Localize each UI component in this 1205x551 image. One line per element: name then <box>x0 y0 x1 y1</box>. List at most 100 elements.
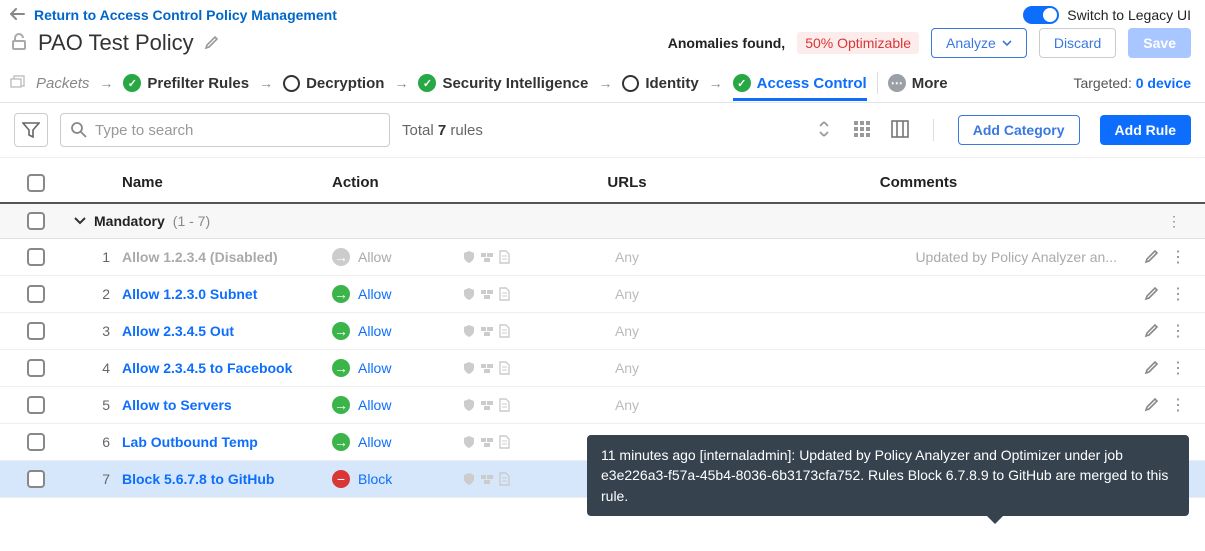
crumb-decryption[interactable]: Decryption <box>283 75 384 92</box>
edit-row-button[interactable] <box>1144 396 1160 415</box>
rule-badges <box>462 250 542 264</box>
row-menu-button[interactable]: ⋮ <box>1170 247 1186 267</box>
row-checkbox[interactable] <box>27 248 45 266</box>
table-row[interactable]: 1Allow 1.2.3.4 (Disabled)→AllowAnyUpdate… <box>0 239 1205 276</box>
crumb-access-control[interactable]: ✓Access Control <box>733 74 867 101</box>
add-category-button[interactable]: Add Category <box>958 115 1080 145</box>
chevron-down-icon <box>74 217 86 225</box>
row-menu-button[interactable]: ⋮ <box>1170 395 1186 415</box>
action-link[interactable]: Allow <box>358 249 391 265</box>
check-icon: ✓ <box>123 74 141 92</box>
row-number: 4 <box>72 360 122 376</box>
legacy-toggle[interactable] <box>1023 6 1059 24</box>
crumb-more[interactable]: ⋯More <box>888 74 948 92</box>
edit-row-button[interactable] <box>1144 322 1160 341</box>
collapse-all-button[interactable] <box>815 121 833 140</box>
row-menu-button[interactable]: ⋮ <box>1170 284 1186 304</box>
crumb-identity[interactable]: Identity <box>622 75 698 92</box>
divider <box>877 72 878 94</box>
row-number: 7 <box>72 471 122 487</box>
pencil-icon <box>204 34 220 50</box>
action-link[interactable]: Allow <box>358 286 391 302</box>
analyze-button[interactable]: Analyze <box>931 28 1027 58</box>
edit-row-button[interactable] <box>1144 285 1160 304</box>
save-button: Save <box>1128 28 1191 58</box>
check-icon: ✓ <box>418 74 436 92</box>
table-row[interactable]: 4Allow 2.3.4.5 to Facebook→AllowAny⋮ <box>0 350 1205 387</box>
urls-value: Any <box>542 397 712 413</box>
col-action: Action <box>332 174 462 192</box>
row-menu-button[interactable]: ⋮ <box>1170 358 1186 378</box>
crumb-security[interactable]: ✓Security Intelligence <box>418 74 588 92</box>
group-row-mandatory[interactable]: Mandatory (1 - 7) ⋮ <box>0 204 1205 239</box>
circle-icon <box>622 75 639 92</box>
action-link[interactable]: Allow <box>358 323 391 339</box>
table-row[interactable]: 5Allow to Servers→AllowAny⋮ <box>0 387 1205 424</box>
row-checkbox[interactable] <box>27 285 45 303</box>
table-row[interactable]: 3Allow 2.3.4.5 Out→AllowAny⋮ <box>0 313 1205 350</box>
row-menu-button[interactable]: ⋮ <box>1170 321 1186 341</box>
rule-name-link[interactable]: Block 5.6.7.8 to GitHub <box>122 471 274 487</box>
legacy-label: Switch to Legacy UI <box>1067 7 1191 23</box>
select-all-checkbox[interactable] <box>27 174 45 192</box>
row-checkbox[interactable] <box>27 470 45 488</box>
rule-name-link[interactable]: Allow 2.3.4.5 to Facebook <box>122 360 292 376</box>
return-link-text: Return to Access Control Policy Manageme… <box>34 7 337 23</box>
action-icon: → <box>332 322 350 340</box>
optimizable-badge: 50% Optimizable <box>797 32 919 54</box>
comments-value: Updated by Policy Analyzer an... <box>712 249 1125 265</box>
rule-badges <box>462 287 542 301</box>
action-link[interactable]: Allow <box>358 434 391 450</box>
row-checkbox[interactable] <box>27 359 45 377</box>
table-header: Name Action URLs Comments <box>0 158 1205 204</box>
rule-name-link[interactable]: Allow 2.3.4.5 Out <box>122 323 234 339</box>
rule-badges <box>462 435 542 449</box>
grid-icon <box>853 120 871 138</box>
device-count[interactable]: 0 device <box>1136 75 1191 91</box>
rule-badges <box>462 472 542 486</box>
action-icon: → <box>332 396 350 414</box>
action-link[interactable]: Block <box>358 471 392 487</box>
edit-row-button[interactable] <box>1144 359 1160 378</box>
discard-button[interactable]: Discard <box>1039 28 1116 58</box>
rule-badges <box>462 398 542 412</box>
targeted-info: Targeted: 0 device <box>1073 75 1191 91</box>
group-name: Mandatory <box>94 213 165 229</box>
check-icon: ✓ <box>733 74 751 92</box>
edit-row-button[interactable] <box>1144 248 1160 267</box>
edit-title-button[interactable] <box>204 34 220 53</box>
action-icon: → <box>332 433 350 451</box>
row-checkbox[interactable] <box>27 433 45 451</box>
row-number: 6 <box>72 434 122 450</box>
rule-name-link[interactable]: Allow to Servers <box>122 397 232 413</box>
crumb-packets[interactable]: Packets <box>36 75 89 92</box>
rule-name-link[interactable]: Allow 1.2.3.4 (Disabled) <box>122 249 278 265</box>
row-checkbox[interactable] <box>27 322 45 340</box>
group-checkbox[interactable] <box>27 212 45 230</box>
filter-button[interactable] <box>14 113 48 147</box>
back-arrow-icon <box>10 8 28 22</box>
rule-name-link[interactable]: Allow 1.2.3.0 Subnet <box>122 286 257 302</box>
return-link[interactable]: Return to Access Control Policy Manageme… <box>10 7 337 23</box>
group-more-button[interactable]: ⋮ <box>1167 213 1205 230</box>
columns-button[interactable] <box>891 120 909 141</box>
comment-tooltip: 11 minutes ago [internaladmin]: Updated … <box>587 435 1189 516</box>
action-icon: → <box>332 285 350 303</box>
policy-title: PAO Test Policy <box>38 30 194 56</box>
anomalies-label: Anomalies found, <box>668 35 785 51</box>
table-row[interactable]: 2Allow 1.2.3.0 Subnet→AllowAny⋮ <box>0 276 1205 313</box>
action-link[interactable]: Allow <box>358 397 391 413</box>
crumb-arrow: → <box>99 75 113 91</box>
urls-value: Any <box>542 249 712 265</box>
rule-name-link[interactable]: Lab Outbound Temp <box>122 434 258 450</box>
row-number: 3 <box>72 323 122 339</box>
more-dots-icon: ⋯ <box>888 74 906 92</box>
action-link[interactable]: Allow <box>358 360 391 376</box>
add-rule-button[interactable]: Add Rule <box>1100 115 1191 145</box>
col-name: Name <box>122 174 332 192</box>
crumb-prefilter[interactable]: ✓Prefilter Rules <box>123 74 249 92</box>
rule-badges <box>462 361 542 375</box>
row-checkbox[interactable] <box>27 396 45 414</box>
search-input[interactable] <box>60 113 390 147</box>
grid-view-button[interactable] <box>853 120 871 141</box>
